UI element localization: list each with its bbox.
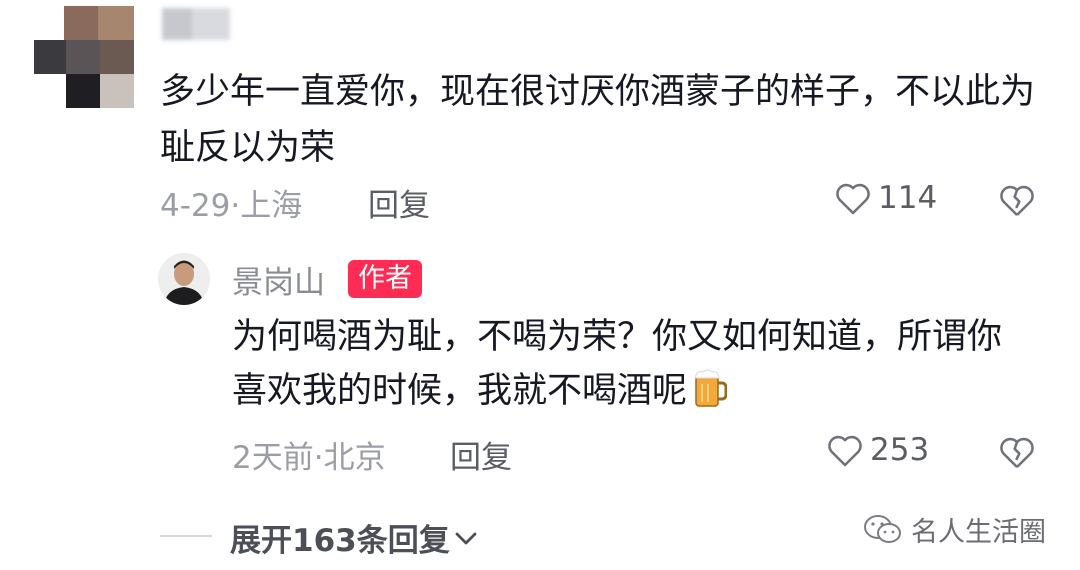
reply-reply-button[interactable]: 回复 bbox=[450, 432, 512, 477]
comment-date-location: 4-29·上海 bbox=[160, 188, 303, 224]
expand-divider bbox=[160, 535, 212, 537]
reply-dislike-button[interactable] bbox=[998, 434, 1036, 474]
author-badge: 作者 bbox=[348, 260, 422, 298]
watermark-text: 名人生活圈 bbox=[911, 517, 1046, 548]
wechat-icon bbox=[864, 514, 901, 543]
commenter-username[interactable] bbox=[162, 8, 232, 40]
expand-replies-label: 展开163条回复 bbox=[230, 523, 450, 559]
comment-reply-button[interactable]: 回复 bbox=[368, 180, 430, 225]
watermark: 名人生活圈 bbox=[863, 510, 1046, 549]
reply-like-button[interactable]: 253 bbox=[826, 432, 929, 468]
comment-like-button[interactable]: 114 bbox=[834, 180, 937, 216]
reply-date-location: 2天前·北京 bbox=[232, 440, 386, 476]
expand-replies-button[interactable]: 展开163条回复 bbox=[230, 515, 478, 560]
chevron-down-icon bbox=[455, 532, 477, 544]
author-avatar[interactable] bbox=[158, 253, 210, 305]
comment-dislike-button[interactable] bbox=[998, 182, 1036, 222]
comment-text: 多少年一直爱你，现在很讨厌你酒蒙子的样子，不以此为耻反以为荣 bbox=[160, 72, 1036, 168]
comment-like-count: 114 bbox=[878, 180, 938, 216]
reply-like-count: 253 bbox=[870, 432, 930, 468]
heart-icon bbox=[836, 183, 870, 215]
reply-text: 为何喝酒为耻，不喝为荣？你又如何知道，所谓你喜欢我的时候，我就不喝酒呢 bbox=[232, 310, 1032, 424]
heart-icon bbox=[828, 435, 862, 467]
broken-heart-icon bbox=[1000, 437, 1034, 468]
author-name[interactable]: 景岗山 bbox=[232, 257, 325, 302]
broken-heart-icon bbox=[1000, 185, 1034, 216]
beer-icon bbox=[693, 368, 728, 424]
commenter-avatar[interactable] bbox=[34, 6, 134, 108]
reply-text-content: 为何喝酒为耻，不喝为荣？你又如何知道，所谓你喜欢我的时候，我就不喝酒呢 bbox=[232, 317, 1003, 411]
